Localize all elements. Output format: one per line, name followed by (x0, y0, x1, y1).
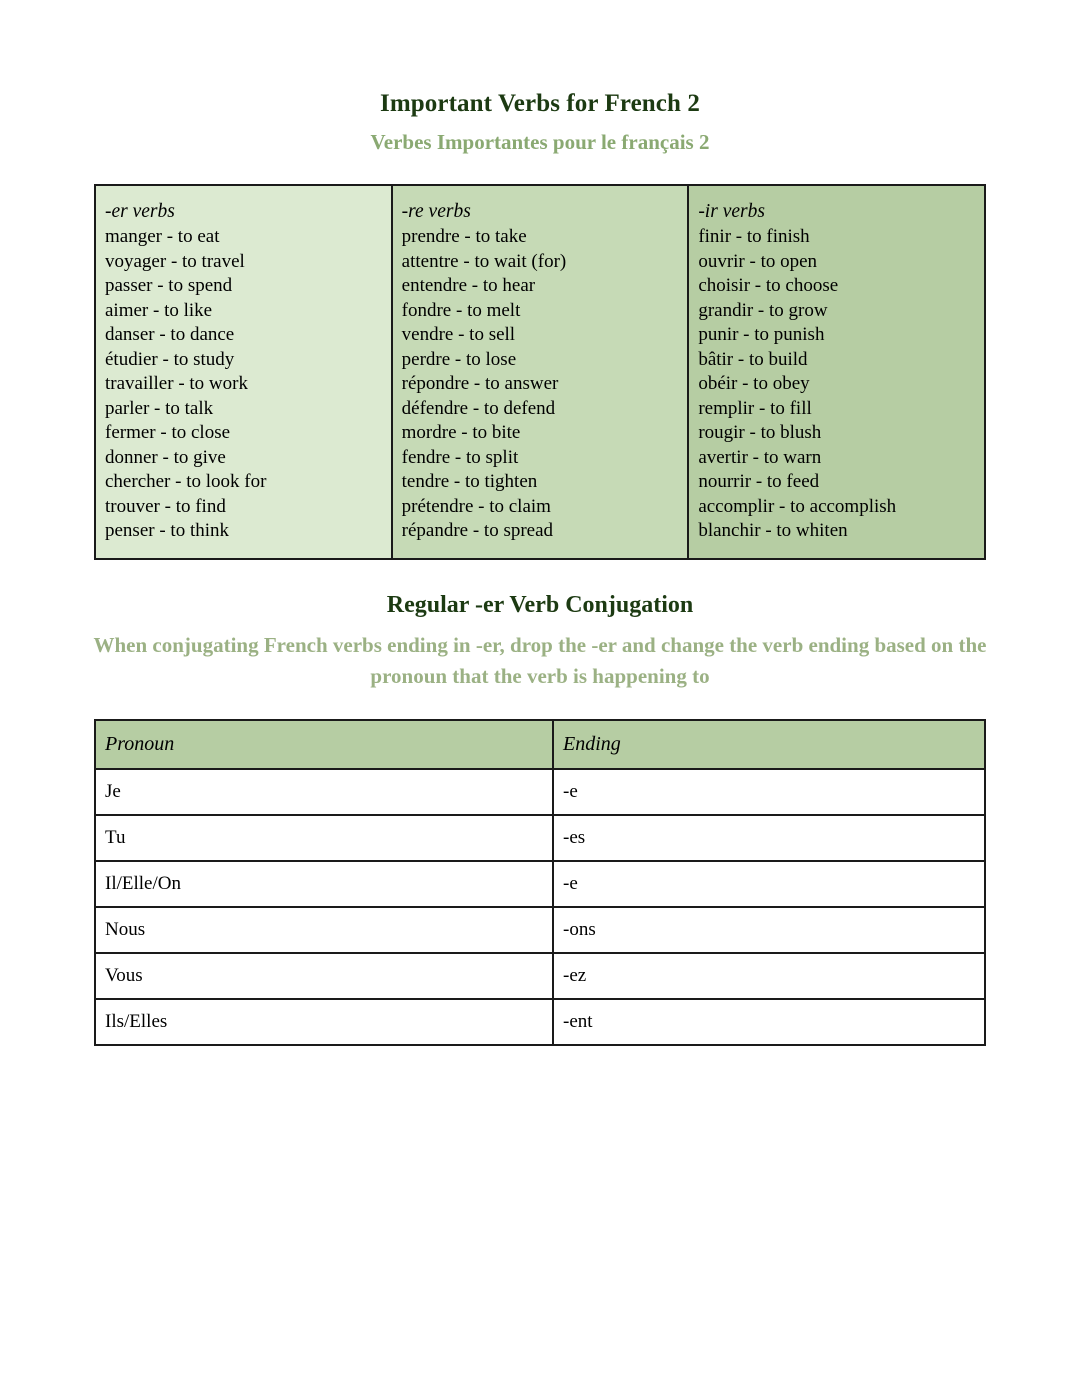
cell-ending: -ons (552, 905, 986, 954)
verb-entry: manger - to eat (105, 226, 220, 248)
table-row: Nous -ons (94, 905, 986, 954)
cell-pronoun: Je (94, 767, 554, 816)
verb-entry: donner - to give (105, 446, 226, 468)
verb-entry: fermer - to close (105, 422, 231, 444)
verb-column-re: -re verbs prendre - to take attentre - t… (390, 184, 690, 559)
verb-entry: perdre - to lose (401, 348, 517, 370)
conjugation-table: Pronoun Ending Je -e Tu -es Il/Elle/On -… (94, 718, 986, 1046)
table-row: Je -e (94, 767, 986, 816)
verb-entry: grandir - to grow (698, 299, 828, 321)
verb-entry: finir - to finish (698, 226, 810, 248)
cell-pronoun: Ils/Elles (94, 997, 554, 1046)
title-block: Important Verbs for French 2 Verbes Impo… (0, 0, 1080, 157)
verb-column-er-heading: -er verbs (105, 200, 175, 222)
verb-entry: parler - to talk (105, 397, 214, 419)
cell-pronoun: Vous (94, 951, 554, 1000)
table-row: Ils/Elles -ent (94, 997, 986, 1046)
verb-entry: nourrir - to feed (698, 471, 820, 493)
column-header-pronoun: Pronoun (94, 718, 554, 770)
cell-ending: -es (552, 813, 986, 862)
cell-ending: -e (552, 767, 986, 816)
verb-column-er: -er verbs manger - to eat voyager - to t… (94, 184, 393, 559)
verb-entry: tendre - to tighten (401, 471, 538, 493)
verb-entry: accomplir - to accomplish (698, 495, 897, 517)
verb-column-ir: -ir verbs finir - to finish ouvrir - to … (687, 184, 986, 559)
document-page: Important Verbs for French 2 Verbes Impo… (0, 0, 1080, 1397)
verb-entry: trouver - to find (105, 495, 226, 517)
verb-entry: attentre - to wait (for) (401, 250, 567, 272)
verb-entry: fendre - to split (401, 446, 519, 468)
verb-entry: blanchir - to whiten (698, 520, 848, 542)
verb-column-re-heading: -re verbs (401, 200, 471, 222)
conjugation-table-header-row: Pronoun Ending (94, 718, 986, 770)
cell-pronoun: Nous (94, 905, 554, 954)
verb-entry: bâtir - to build (698, 348, 808, 370)
section-description: When conjugating French verbs ending in … (93, 632, 987, 688)
verb-table-container: -er verbs manger - to eat voyager - to t… (94, 183, 986, 560)
cell-pronoun: Il/Elle/On (94, 859, 554, 908)
verb-entry: passer - to spend (105, 275, 233, 297)
verb-column-ir-heading: -ir verbs (698, 200, 765, 222)
cell-ending: -ez (552, 951, 986, 1000)
verb-entry: étudier - to study (105, 348, 235, 370)
verb-entry: ouvrir - to open (698, 250, 818, 272)
verb-entry: répandre - to spread (401, 520, 554, 542)
verb-entry: penser - to think (105, 520, 230, 542)
verb-entry: remplir - to fill (698, 397, 812, 419)
column-header-ending: Ending (552, 718, 986, 770)
verb-entry: prétendre - to claim (401, 495, 551, 517)
verb-entry: mordre - to bite (401, 422, 521, 444)
conjugation-section-header: Regular -er Verb Conjugation When conjug… (0, 590, 1080, 692)
verb-entry: répondre - to answer (401, 373, 559, 395)
verb-entry: entendre - to hear (401, 275, 536, 297)
verb-entry: défendre - to defend (401, 397, 556, 419)
cell-ending: -ent (552, 997, 986, 1046)
conjugation-table-container: Pronoun Ending Je -e Tu -es Il/Elle/On -… (94, 718, 986, 1046)
verb-entry: aimer - to like (105, 299, 213, 321)
table-row: Il/Elle/On -e (94, 859, 986, 908)
verb-entry: chercher - to look for (105, 471, 267, 493)
verb-entry: travailler - to work (105, 373, 248, 395)
verb-entry: vendre - to sell (401, 324, 516, 346)
page-subtitle: Verbes Importantes pour le français 2 (370, 130, 710, 155)
verb-entry: voyager - to travel (105, 250, 245, 272)
section-title: Regular -er Verb Conjugation (386, 591, 694, 618)
verb-entry: danser - to dance (105, 324, 235, 346)
page-title: Important Verbs for French 2 (380, 90, 700, 117)
verb-entry: punir - to punish (698, 324, 825, 346)
verb-entry: avertir - to warn (698, 446, 822, 468)
cell-ending: -e (552, 859, 986, 908)
verb-entry: prendre - to take (401, 226, 527, 248)
table-row: Tu -es (94, 813, 986, 862)
verb-entry: obéir - to obey (698, 373, 810, 395)
verb-entry: rougir - to blush (698, 422, 822, 444)
cell-pronoun: Tu (94, 813, 554, 862)
verb-table-row: -er verbs manger - to eat voyager - to t… (94, 184, 986, 559)
verb-entry: fondre - to melt (401, 299, 521, 321)
verb-table: -er verbs manger - to eat voyager - to t… (94, 183, 986, 560)
table-row: Vous -ez (94, 951, 986, 1000)
verb-entry: choisir - to choose (698, 275, 839, 297)
